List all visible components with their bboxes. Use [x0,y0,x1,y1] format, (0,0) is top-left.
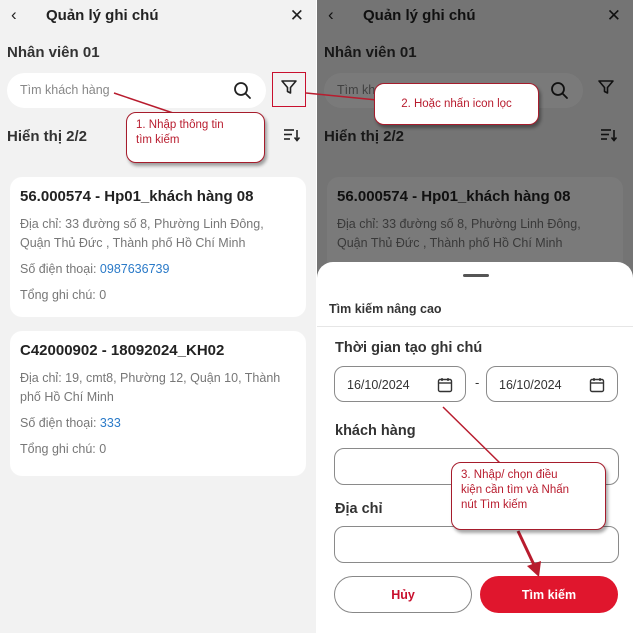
filter-button[interactable] [272,72,306,107]
left-screen: ‹ Quản lý ghi chú ✕ Nhân viên 01 Tìm khá… [0,0,316,633]
customer-title: C42000902 - 18092024_KH02 [20,342,225,359]
customer-address: Địa chỉ: 19, cmt8, Phường 12, Quận 10, T… [20,371,281,385]
advanced-search-sheet: Tìm kiếm nâng cao Thời gian tạo ghi chú … [317,262,633,633]
phone-label: Số điện thoại: [20,262,100,276]
calendar-icon[interactable] [589,377,605,398]
callout-step-3-line: nút Tìm kiếm [461,499,528,511]
filter-icon [280,78,298,101]
customer-phone-row: Số điện thoại: 333 [20,414,296,433]
close-icon[interactable]: ✕ [290,6,304,26]
calendar-icon[interactable] [437,377,453,398]
staff-name: Nhân viên 01 [7,44,100,61]
result-count: Hiển thị 2/2 [7,128,88,145]
phone-link[interactable]: 333 [100,416,121,430]
callout-step-3-line: kiện cần tìm và Nhấn [461,484,570,496]
app-header: ‹ Quản lý ghi chú ✕ [0,0,316,34]
address-field[interactable] [334,526,619,563]
customer-address: Địa chỉ: 33 đường số 8, Phường Linh Đông… [20,217,264,231]
phone-label: Số điện thoại: [20,416,100,430]
sheet-drag-handle[interactable] [463,274,489,277]
callout-step-1-line: tìm kiếm [136,134,180,146]
callout-step-3-line: 3. Nhập/ chọn điều [461,469,558,481]
customer-title: 56.000574 - Hp01_khách hàng 08 [20,188,254,205]
divider [317,326,633,327]
callout-step-1: 1. Nhập thông tin tìm kiếm [126,112,265,163]
customer-notes-count: Tổng ghi chú: 0 [20,442,107,456]
customer-notes-count: Tổng ghi chú: 0 [20,288,107,302]
customer-label: khách hàng [335,423,416,439]
search-placeholder: Tìm khách hàng [20,83,110,97]
date-from-field[interactable]: 16/10/2024 [334,366,466,402]
date-from-value: 16/10/2024 [347,378,410,392]
date-separator: - [475,375,480,390]
date-to-field[interactable]: 16/10/2024 [486,366,618,402]
customer-address-cont: Quận Thủ Đức , Thành phố Hồ Chí Minh [20,236,246,250]
callout-step-2: 2. Hoặc nhấn icon lọc [374,83,539,125]
customer-phone-row: Số điện thoại: 0987636739 [20,260,296,279]
address-label: Địa chỉ [335,501,383,517]
created-time-label: Thời gian tạo ghi chú [335,340,483,356]
callout-step-2-text: 2. Hoặc nhấn icon lọc [401,97,512,110]
customer-search-input[interactable]: Tìm khách hàng [7,73,266,108]
date-to-value: 16/10/2024 [499,378,562,392]
phone-link[interactable]: 0987636739 [100,262,170,276]
callout-step-3: 3. Nhập/ chọn điều kiện cần tìm và Nhấn … [451,462,606,530]
customer-address-cont: phố Hồ Chí Minh [20,390,114,404]
cancel-button[interactable]: Hủy [334,576,472,613]
callout-step-1-line: 1. Nhập thông tin [136,119,224,131]
sort-icon[interactable] [283,127,301,148]
back-arrow-icon[interactable]: ‹ [11,5,17,25]
customer-card[interactable]: 56.000574 - Hp01_khách hàng 08 Địa chỉ: … [10,177,306,317]
search-submit-button[interactable]: Tìm kiếm [480,576,618,613]
sheet-title: Tìm kiếm nâng cao [329,302,442,316]
page-title: Quản lý ghi chú [46,7,159,24]
customer-card[interactable]: C42000902 - 18092024_KH02 Địa chỉ: 19, c… [10,331,306,476]
search-icon[interactable] [233,81,252,105]
